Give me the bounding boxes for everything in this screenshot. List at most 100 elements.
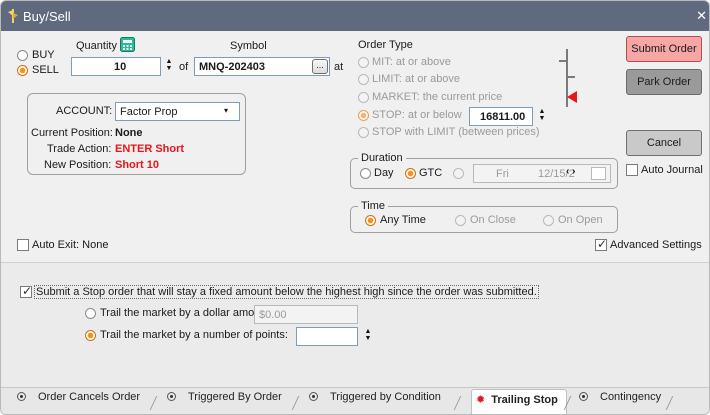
trailing-stop-checkbox[interactable] xyxy=(20,284,32,298)
auto-journal-checkbox[interactable] xyxy=(626,164,638,176)
tab-label: Contingency xyxy=(600,391,662,403)
quantity-label: Quantity xyxy=(76,40,117,52)
tab-label: Order Cancels Order xyxy=(38,391,141,403)
park-order-button[interactable]: Park Order xyxy=(626,69,702,95)
symbol-input[interactable]: MNQ-202403 xyxy=(194,57,330,76)
stop-price-input[interactable]: 16811.00 xyxy=(469,107,533,126)
window-title: Buy/Sell xyxy=(23,9,71,24)
trail-dollar-label: Trail the market by a dollar amount: xyxy=(100,307,273,319)
trail-dollar-radio[interactable] xyxy=(85,308,96,319)
cancel-button[interactable]: Cancel xyxy=(626,130,702,156)
trail-points-label: Trail the market by a number of points: xyxy=(100,329,288,341)
tab-label: Triggered by Condition xyxy=(330,391,441,403)
duration-label: Duration xyxy=(358,152,406,164)
gtc-radio[interactable] xyxy=(405,168,416,179)
time-label: Time xyxy=(358,200,389,212)
current-position-label: Current Position: xyxy=(31,127,113,139)
tab-separator xyxy=(665,396,674,410)
trade-action-label: Trade Action: xyxy=(47,143,112,155)
quantity-value: 10 xyxy=(114,61,127,73)
calendar-icon[interactable] xyxy=(591,167,606,180)
submit-order-button[interactable]: Submit Order xyxy=(626,36,702,62)
radio-dot-icon xyxy=(579,392,588,401)
trail-points-radio[interactable] xyxy=(85,330,96,341)
trail-dollar-value: $0.00 xyxy=(259,309,287,321)
tab-label: Trailing Stop xyxy=(491,394,558,406)
tab-label: Triggered By Order xyxy=(188,391,282,403)
tab-triggered-by-condition[interactable]: Triggered by Condition xyxy=(309,391,441,413)
symbol-label: Symbol xyxy=(230,40,267,52)
date-nav-icon[interactable]: ‹ › xyxy=(566,166,575,177)
auto-exit-checkbox[interactable] xyxy=(17,239,29,251)
advanced-settings-label: Advanced Settings xyxy=(610,239,702,251)
sell-radio[interactable] xyxy=(17,65,28,76)
tab-separator xyxy=(453,396,462,410)
new-position-label: New Position: xyxy=(44,159,112,171)
buy-label: BUY xyxy=(32,49,55,61)
tab-trailing-stop[interactable]: ✹ Trailing Stop xyxy=(471,389,567,414)
title-bar: Buy/Sell ✕ xyxy=(1,1,709,31)
trail-points-input[interactable] xyxy=(296,327,358,346)
any-time-radio[interactable] xyxy=(365,215,376,226)
tab-contingency[interactable]: Contingency xyxy=(579,391,661,413)
mit-radio[interactable] xyxy=(358,57,369,68)
mit-label: MIT: at or above xyxy=(372,56,451,68)
account-label: ACCOUNT: xyxy=(56,105,113,117)
sun-icon: ✹ xyxy=(476,394,486,406)
on-open-radio[interactable] xyxy=(543,215,554,226)
sell-label: SELL xyxy=(32,64,59,76)
any-time-label: Any Time xyxy=(380,214,426,226)
chevron-down-icon: ▾ xyxy=(224,106,229,115)
limit-radio[interactable] xyxy=(358,74,369,85)
tab-bar: Order Cancels Order Triggered By Order T… xyxy=(1,387,709,414)
stop-price-stepper[interactable]: ▲ ▼ xyxy=(537,108,547,126)
trail-dollar-input[interactable]: $0.00 xyxy=(254,305,358,324)
advanced-settings-checkbox[interactable] xyxy=(595,237,607,251)
new-position-value: Short 10 xyxy=(115,159,160,171)
on-open-label: On Open xyxy=(558,214,603,226)
buy-sell-window: Buy/Sell ✕ BUY SELL Quantity 10 ▲ ▼ of Sy… xyxy=(0,0,710,415)
stop-radio[interactable] xyxy=(358,110,369,121)
on-close-label: On Close xyxy=(470,214,516,226)
market-label: MARKET: the current price xyxy=(372,91,503,103)
trailing-stop-panel xyxy=(1,262,709,387)
radio-dot-icon xyxy=(17,392,26,401)
tab-separator xyxy=(149,396,158,410)
close-icon[interactable]: ✕ xyxy=(696,8,707,24)
day-radio[interactable] xyxy=(360,168,371,179)
date-day-value: Fri xyxy=(496,168,509,180)
calculator-icon[interactable] xyxy=(120,37,135,52)
stop-limit-label: STOP with LIMIT (between prices) xyxy=(372,126,540,138)
radio-dot-icon xyxy=(167,392,176,401)
stop-limit-radio[interactable] xyxy=(358,127,369,138)
day-label: Day xyxy=(374,167,394,179)
quantity-stepper[interactable]: ▲ ▼ xyxy=(164,58,174,76)
date-picker[interactable]: Fri 12/15/2 ‹ › xyxy=(473,164,611,183)
auto-exit-label: Auto Exit: None xyxy=(32,239,109,251)
price-ladder-icon xyxy=(559,49,577,107)
auto-journal-label: Auto Journal xyxy=(641,164,703,176)
tab-order-cancels-order[interactable]: Order Cancels Order xyxy=(17,391,140,413)
gtc-label: GTC xyxy=(419,167,443,179)
buy-radio[interactable] xyxy=(17,50,28,61)
limit-label: LIMIT: at or above xyxy=(372,73,461,85)
symbol-value: MNQ-202403 xyxy=(199,61,266,73)
tab-separator xyxy=(291,396,300,410)
app-icon xyxy=(8,9,18,23)
account-value: Factor Prop xyxy=(120,106,178,118)
market-radio[interactable] xyxy=(358,92,369,103)
on-close-radio[interactable] xyxy=(455,215,466,226)
trailing-stop-description: Submit a Stop order that will stay a fix… xyxy=(34,285,539,299)
current-position-value: None xyxy=(115,127,143,139)
tab-triggered-by-order[interactable]: Triggered By Order xyxy=(167,391,282,413)
trade-action-value: ENTER Short xyxy=(115,143,185,155)
date-radio[interactable] xyxy=(453,168,464,179)
of-label: of xyxy=(179,61,189,73)
quantity-input[interactable]: 10 xyxy=(71,57,161,76)
stop-label: STOP: at or below xyxy=(372,109,462,121)
symbol-browse-button[interactable]: ... xyxy=(312,59,328,74)
at-label: at xyxy=(334,61,344,73)
account-select[interactable]: Factor Prop ▾ xyxy=(115,102,240,121)
trail-points-stepper[interactable]: ▲ ▼ xyxy=(363,328,373,346)
radio-dot-icon xyxy=(309,392,318,401)
